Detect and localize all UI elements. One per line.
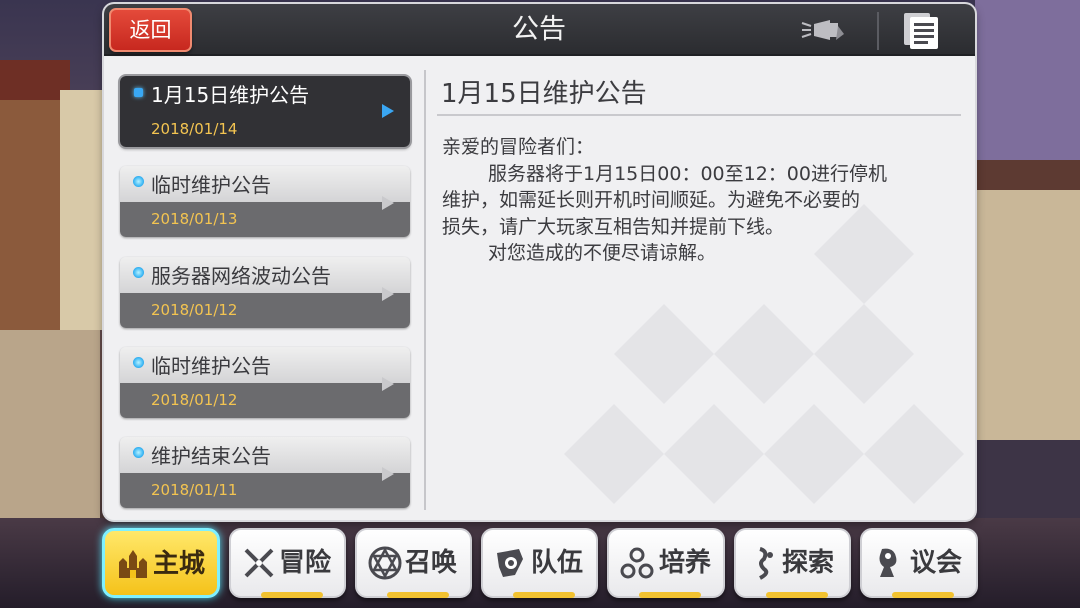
detail-body: 亲爱的冒险者们： 服务器将于1月15日00：00至12：00进行停机 维护，如需… [442,134,962,267]
announcement-item[interactable]: 临时维护公告 2018/01/13 [120,166,410,237]
nav-adventure-button[interactable]: 冒险 [229,528,346,598]
header-divider [877,12,879,50]
bullet-icon [133,357,144,368]
announcement-title: 服务器网络波动公告 [151,264,331,288]
nav-label: 冒险 [279,548,332,578]
summon-circle-icon [368,546,402,580]
bullet-icon [133,447,144,458]
announcement-item[interactable]: 维护结束公告 2018/01/11 [120,437,410,508]
background-building [975,160,1080,460]
announcement-date: 2018/01/12 [151,391,238,409]
detail-paragraph: 对您造成的不便尽请谅解。 [488,242,717,264]
play-arrow-icon [382,196,394,210]
nav-underline [513,592,575,598]
detail-title: 1月15日维护公告 [441,79,647,109]
nav-label: 主城 [153,549,206,579]
bullet-icon [133,176,144,187]
nav-main-city-button[interactable]: 主城 [102,528,220,598]
detail-greeting: 亲爱的冒险者们： [442,136,595,158]
nav-label: 召唤 [405,548,458,578]
nav-underline [892,592,954,598]
nav-underline [261,592,323,598]
panel-title: 公告 [512,14,566,45]
play-arrow-icon [382,377,394,391]
nav-council-button[interactable]: 议会 [860,528,978,598]
nav-explore-button[interactable]: 探索 [734,528,851,598]
announcement-panel: 返回 公告 1月15日维护公告 2018/01/14 临时维护公告 2018/0… [104,4,975,520]
detail-paragraph: 损失，请广大玩家互相告知并提前下线。 [442,215,785,238]
detail-paragraph: 服务器将于1月15日00：00至12：00进行停机 [488,162,887,185]
panel-header: 返回 公告 [104,4,975,56]
council-icon [879,548,897,577]
announcement-date: 2018/01/11 [151,481,238,499]
nav-underline [639,592,701,598]
announcement-title: 1月15日维护公告 [151,83,310,107]
crossed-swords-icon [244,548,274,578]
castle-icon [119,550,147,578]
nav-underline [766,592,828,598]
play-arrow-icon [382,467,394,481]
announcement-title: 临时维护公告 [151,173,271,197]
nurture-icon [620,547,654,579]
background-building [60,90,105,330]
explore-icon [759,547,773,580]
megaphone-icon[interactable] [800,14,846,46]
nav-label: 队伍 [531,548,584,578]
detail-paragraph: 维护，如需延长则开机时间顺延。为避免不必要的 [442,189,861,211]
announcement-title: 维护结束公告 [151,444,271,468]
bullet-icon [134,88,143,97]
nav-team-button[interactable]: 队伍 [481,528,598,598]
announcement-date: 2018/01/13 [151,210,238,228]
nav-summon-button[interactable]: 召唤 [355,528,472,598]
nav-label: 培养 [659,548,712,578]
document-icon[interactable] [901,10,941,50]
play-arrow-icon [382,287,394,301]
bullet-icon [133,267,144,278]
background-building [0,330,100,530]
announcement-date: 2018/01/12 [151,301,238,319]
background-building [975,0,1080,180]
announcement-date: 2018/01/14 [151,120,238,138]
title-underline [437,114,961,116]
nav-nurture-button[interactable]: 培养 [607,528,725,598]
announcement-item[interactable]: 临时维护公告 2018/01/12 [120,347,410,418]
announcement-title: 临时维护公告 [151,354,271,378]
team-icon [497,549,523,577]
nav-label: 议会 [910,548,963,578]
nav-underline [387,592,449,598]
column-divider [424,70,426,510]
play-arrow-icon [382,104,394,118]
announcement-item[interactable]: 1月15日维护公告 2018/01/14 [120,76,410,147]
back-button[interactable]: 返回 [109,8,192,52]
announcement-item[interactable]: 服务器网络波动公告 2018/01/12 [120,257,410,328]
nav-label: 探索 [782,548,835,578]
